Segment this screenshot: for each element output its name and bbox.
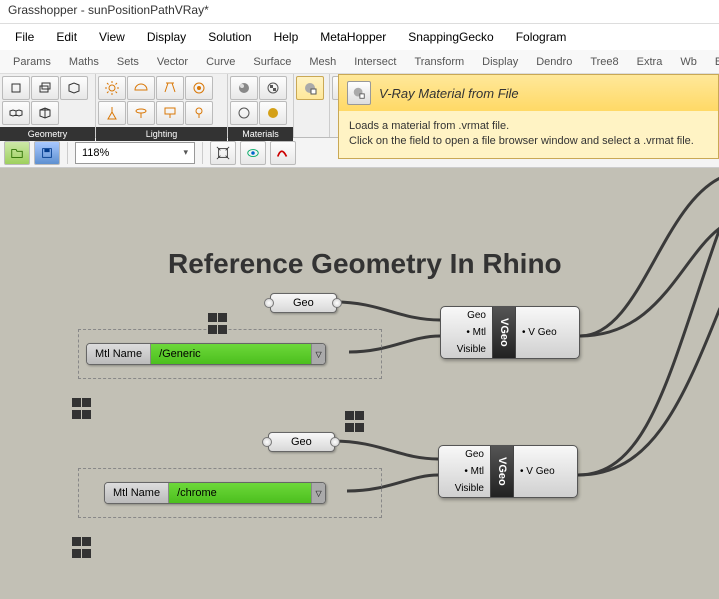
geometry-icon[interactable] <box>31 76 59 100</box>
menu-view[interactable]: View <box>88 26 136 48</box>
proxy-icon[interactable] <box>31 101 59 125</box>
zoom-input[interactable]: 118% <box>75 142 195 164</box>
sphere-light-icon[interactable] <box>185 101 213 125</box>
ies-icon[interactable] <box>98 101 126 125</box>
menu-display[interactable]: Display <box>136 26 197 48</box>
menu-solution[interactable]: Solution <box>197 26 262 48</box>
omni-icon[interactable] <box>185 76 213 100</box>
window-title: Grasshopper - sunPositionPathVRay* <box>0 0 719 24</box>
canvas[interactable]: Reference Geometry In Rhino Geo Mtl Name… <box>0 168 719 599</box>
tab-dendro[interactable]: Dendro <box>527 53 581 71</box>
tab-transform[interactable]: Transform <box>405 53 473 71</box>
menu-snappinggecko[interactable]: SnappingGecko <box>397 26 504 48</box>
output-vgeo[interactable]: • V Geo <box>516 307 579 358</box>
zoom-extents-icon[interactable] <box>210 141 236 165</box>
geo-param-node[interactable]: Geo <box>268 432 335 452</box>
panel-label-materials: Materials <box>228 127 293 141</box>
tab-surface[interactable]: Surface <box>244 53 300 71</box>
tab-curve[interactable]: Curve <box>197 53 244 71</box>
material-checker-icon[interactable] <box>259 76 287 100</box>
chevron-down-icon[interactable]: ▽ <box>311 483 325 503</box>
menu-file[interactable]: File <box>4 26 45 48</box>
component-title: VGeo <box>492 307 516 358</box>
input-mtl[interactable]: • Mtl <box>439 463 490 480</box>
material-from-file-icon <box>347 81 371 105</box>
output-port[interactable] <box>330 437 340 447</box>
panel-label-lighting: Lighting <box>96 127 227 141</box>
text-field[interactable]: /chrome <box>169 483 311 503</box>
disc-icon[interactable] <box>127 101 155 125</box>
dome-icon[interactable] <box>127 76 155 100</box>
tab-bar: Params Maths Sets Vector Curve Surface M… <box>0 50 719 74</box>
material-glass-icon[interactable] <box>230 101 258 125</box>
input-mtl[interactable]: • Mtl <box>441 324 492 341</box>
panel-label-geometry: Geometry <box>0 127 95 141</box>
input-port[interactable] <box>264 298 274 308</box>
group-icon[interactable] <box>208 313 230 335</box>
tab-intersect[interactable]: Intersect <box>345 53 405 71</box>
tab-extra[interactable]: Extra <box>628 53 672 71</box>
tooltip: V-Ray Material from File Loads a materia… <box>338 74 719 159</box>
geo-param-node[interactable]: Geo <box>270 293 337 313</box>
tooltip-title: V-Ray Material from File <box>379 86 519 101</box>
menu-metahopper[interactable]: MetaHopper <box>309 26 397 48</box>
input-visible[interactable]: Visible <box>439 480 490 497</box>
material-from-file-icon[interactable] <box>296 76 324 100</box>
tab-maths[interactable]: Maths <box>60 53 108 71</box>
chevron-down-icon[interactable]: ▽ <box>311 344 325 364</box>
cube-icon[interactable] <box>60 76 88 100</box>
sun-icon[interactable] <box>98 76 126 100</box>
group-icon[interactable] <box>72 537 94 559</box>
output-port[interactable] <box>332 298 342 308</box>
component-title: VGeo <box>490 446 514 497</box>
tab-wb[interactable]: Wb <box>671 53 706 71</box>
tab-mesh[interactable]: Mesh <box>300 53 345 71</box>
save-icon[interactable] <box>34 141 60 165</box>
input-geo[interactable]: Geo <box>439 446 490 463</box>
menu-edit[interactable]: Edit <box>45 26 88 48</box>
group-icon[interactable] <box>72 398 94 420</box>
input-label: Mtl Name <box>87 344 151 364</box>
group-icon[interactable] <box>345 411 367 433</box>
vgeo-component[interactable]: Geo • Mtl Visible VGeo • V Geo <box>438 445 578 498</box>
open-icon[interactable] <box>4 141 30 165</box>
output-vgeo[interactable]: • V Geo <box>514 446 577 497</box>
material-gold-icon[interactable] <box>259 101 287 125</box>
geometry-icon[interactable] <box>2 76 30 100</box>
tab-params[interactable]: Params <box>4 53 60 71</box>
tab-display[interactable]: Display <box>473 53 527 71</box>
material-name-node[interactable]: Mtl Name /Generic ▽ <box>86 343 326 365</box>
menu-fologram[interactable]: Fologram <box>505 26 578 48</box>
spot-icon[interactable] <box>156 76 184 100</box>
input-port[interactable] <box>262 437 272 447</box>
cubes-icon[interactable] <box>2 101 30 125</box>
input-geo[interactable]: Geo <box>441 307 492 324</box>
preview-icon[interactable] <box>240 141 266 165</box>
text-field[interactable]: /Generic <box>151 344 311 364</box>
sketch-icon[interactable] <box>270 141 296 165</box>
material-sphere-icon[interactable] <box>230 76 258 100</box>
tab-tree8[interactable]: Tree8 <box>581 53 627 71</box>
tooltip-line: Click on the field to open a file browse… <box>349 134 708 149</box>
vgeo-component[interactable]: Geo • Mtl Visible VGeo • V Geo <box>440 306 580 359</box>
tab-bow[interactable]: Bow <box>706 53 719 71</box>
rect-light-icon[interactable] <box>156 101 184 125</box>
component-toolbar: Geometry Lighting Materials <box>0 74 719 138</box>
material-name-node[interactable]: Mtl Name /chrome ▽ <box>104 482 326 504</box>
menu-bar: File Edit View Display Solution Help Met… <box>0 24 719 50</box>
input-label: Mtl Name <box>105 483 169 503</box>
input-visible[interactable]: Visible <box>441 341 492 358</box>
tab-sets[interactable]: Sets <box>108 53 148 71</box>
tab-vector[interactable]: Vector <box>148 53 197 71</box>
menu-help[interactable]: Help <box>263 26 310 48</box>
tooltip-line: Loads a material from .vrmat file. <box>349 119 708 134</box>
